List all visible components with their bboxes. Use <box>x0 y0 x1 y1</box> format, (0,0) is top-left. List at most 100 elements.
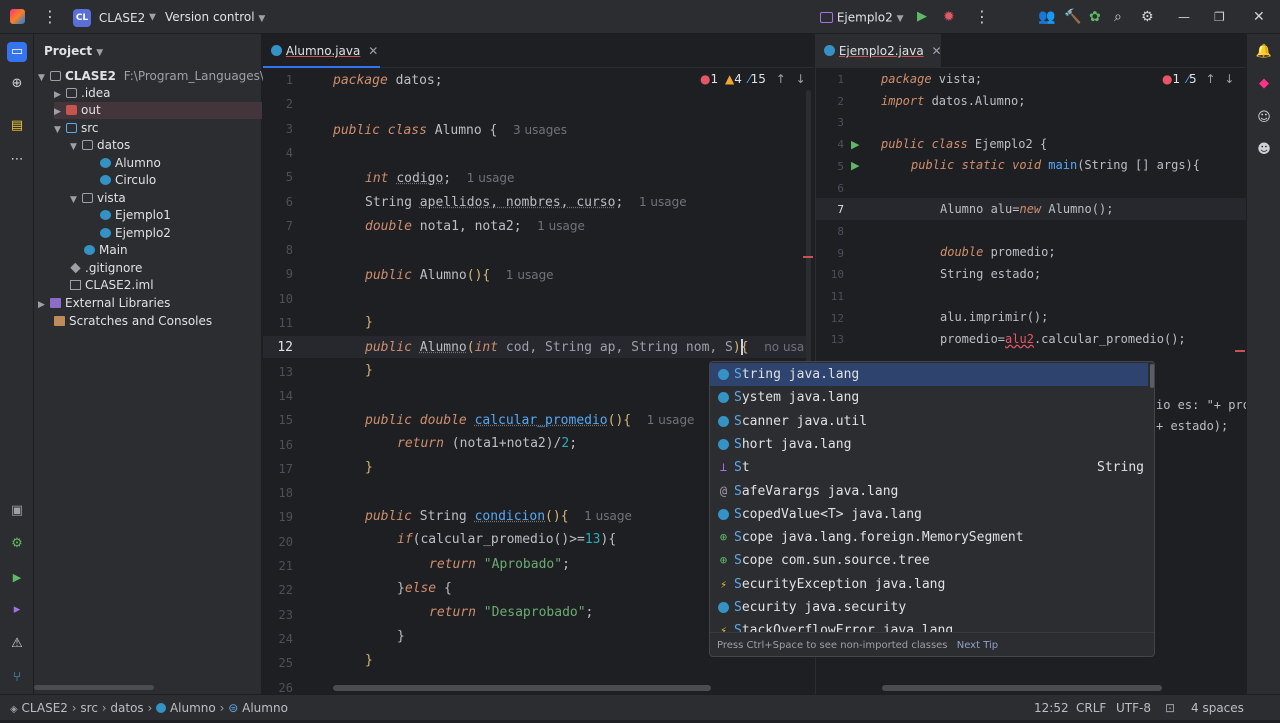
build-tools-icon[interactable]: 🔨 <box>1064 0 1081 34</box>
problems-tool-icon[interactable]: ⚠ <box>7 634 27 654</box>
code-line[interactable]: double promedio; <box>940 242 1056 262</box>
completion-item[interactable]: Short java.lang <box>710 433 1148 456</box>
error-stripe-mark[interactable] <box>1235 350 1245 352</box>
completion-item[interactable]: ⊥ St String <box>710 456 1148 479</box>
code-line[interactable]: int codigo; 1 usage <box>365 167 514 189</box>
code-line[interactable]: return "Desaprobado"; <box>429 602 593 624</box>
copilot-icon[interactable]: ☺ <box>1254 108 1274 128</box>
code-line[interactable]: return "Aprobado"; <box>429 554 570 576</box>
code-line[interactable]: } <box>365 360 373 382</box>
code-line[interactable]: package vista; <box>881 69 982 89</box>
completion-item[interactable]: String java.lang <box>710 363 1148 386</box>
code-line[interactable]: return (nota1+nota2)/2; <box>397 433 577 455</box>
more-actions-icon[interactable]: ⋮ <box>974 0 990 34</box>
horizontal-scrollbar[interactable] <box>333 685 711 691</box>
restore-icon[interactable]: ❐ <box>1214 0 1225 34</box>
next-highlight-icon[interactable]: ↓ <box>1224 72 1234 86</box>
code-line[interactable]: public double calcular_promedio(){ 1 usa… <box>365 409 694 431</box>
breadcrumb-item[interactable]: datos <box>110 701 143 715</box>
main-menu-icon[interactable]: ⋮ <box>42 0 58 34</box>
code-line[interactable]: promedio=alu2.calcular_promedio(); <box>940 329 1186 349</box>
tab-ejemplo2-java[interactable]: Ejemplo2.java ✕ <box>816 34 942 68</box>
vcs-menu[interactable]: Version control ▼ <box>165 0 265 34</box>
completion-item[interactable]: Scanner java.util <box>710 410 1148 433</box>
run-tool-icon[interactable]: ▶ <box>7 568 27 588</box>
project-tool-icon[interactable]: ▭ <box>7 42 27 62</box>
code-line[interactable]: if(calcular_promedio()>=13){ <box>397 529 616 551</box>
code-line[interactable]: io es: "+ pro <box>1156 395 1250 415</box>
structure-tool-icon[interactable]: ▤ <box>7 116 27 136</box>
code-line[interactable]: import datos.Alumno; <box>881 91 1026 111</box>
ai-chat-icon[interactable]: ◆ <box>1254 74 1274 94</box>
prev-highlight-icon[interactable]: ↑ <box>1205 72 1215 86</box>
inspection-widget[interactable]: ●1 ⁄5 ↑ ↓ <box>1162 72 1234 86</box>
readonly-lock-icon[interactable]: ⊡ <box>1165 695 1175 721</box>
tree-item-src[interactable]: ▼ src <box>54 120 99 137</box>
code-line[interactable]: Alumno alu=new Alumno(); <box>940 199 1113 219</box>
tree-item-datos[interactable]: ▼ datos <box>70 137 130 154</box>
run-config-selector[interactable]: Ejemplo2 ▼ <box>820 0 904 34</box>
code-line[interactable]: public class Alumno { 3 usages <box>333 119 567 141</box>
close-tab-icon[interactable]: ✕ <box>368 44 378 58</box>
completion-item[interactable]: ⊕ Scope com.sun.source.tree <box>710 549 1148 572</box>
settings-gear-icon[interactable]: ⚙ <box>1141 0 1154 34</box>
code-with-me-icon[interactable]: 👥 <box>1038 0 1055 34</box>
completion-item[interactable]: ScopedValue<T> java.lang <box>710 503 1148 526</box>
breadcrumb-item[interactable]: CLASE2 <box>22 701 68 715</box>
line-separator[interactable]: CRLF <box>1076 695 1106 721</box>
tree-item-ejemplo2[interactable]: Ejemplo2 <box>100 225 171 242</box>
tree-item-scratches[interactable]: Scratches and Consoles <box>54 313 212 330</box>
horizontal-scrollbar[interactable] <box>34 685 154 690</box>
error-stripe-mark[interactable] <box>803 256 813 258</box>
code-line[interactable]: } <box>365 457 373 479</box>
tree-item-alumno[interactable]: Alumno <box>100 155 161 172</box>
code-line[interactable]: String estado; <box>940 264 1041 284</box>
tree-root[interactable]: ▼ CLASE2 F:\Program_Languages\JAV <box>38 68 283 85</box>
code-line[interactable]: public static void main(String [] args){ <box>911 155 1200 175</box>
settings-tool-icon[interactable]: ⚙ <box>7 534 27 554</box>
ai-assistant-icon[interactable]: ✿ <box>1089 0 1101 34</box>
breadcrumb-item[interactable]: src <box>80 701 98 715</box>
file-encoding[interactable]: UTF-8 <box>1116 695 1151 721</box>
commit-tool-icon[interactable]: ⊕ <box>7 74 27 94</box>
next-highlight-icon[interactable]: ↓ <box>796 72 806 86</box>
tree-item-gitignore[interactable]: .gitignore <box>70 260 142 277</box>
completion-item[interactable]: ⊕ Scope java.lang.foreign.MemorySegment <box>710 526 1148 549</box>
tree-item-main[interactable]: Main <box>84 242 128 259</box>
tree-item-ejemplo1[interactable]: Ejemplo1 <box>100 207 171 224</box>
git-tool-icon[interactable]: ⑂ <box>7 668 27 688</box>
close-icon[interactable]: ✕ <box>1253 0 1265 34</box>
tree-item-out[interactable]: ▶ out <box>54 102 262 119</box>
completion-item[interactable]: System java.lang <box>710 386 1148 409</box>
next-tip-link[interactable]: Next Tip <box>957 640 998 651</box>
code-line[interactable]: public Alumno(){ 1 usage <box>365 264 554 286</box>
code-line[interactable]: public String condicion(){ 1 usage <box>365 505 632 527</box>
tree-item-vista[interactable]: ▼ vista <box>70 190 126 207</box>
completion-item[interactable]: ⚡ SecurityException java.lang <box>710 573 1148 596</box>
code-line[interactable]: String apellidos, nombres, curso; 1 usag… <box>365 191 687 213</box>
breadcrumb-item[interactable]: Alumno <box>242 701 288 715</box>
app-logo-icon[interactable] <box>10 0 26 34</box>
caret-position[interactable]: 12:52 <box>1034 695 1069 721</box>
code-line[interactable]: double nota1, nota2; 1 usage <box>365 215 585 237</box>
more-tools-icon[interactable]: ⋯ <box>7 150 27 170</box>
popup-scrollbar[interactable] <box>1150 364 1154 388</box>
breadcrumb-item[interactable]: Alumno <box>170 701 216 715</box>
run-icon[interactable]: ▶ <box>917 0 927 34</box>
inspection-widget[interactable]: ●1 ▲4 ⁄15 ↑ ↓ <box>700 72 806 86</box>
code-line[interactable]: } <box>365 650 373 672</box>
horizontal-scrollbar[interactable] <box>882 685 1162 691</box>
completion-item[interactable]: Security java.security <box>710 596 1148 619</box>
code-line[interactable]: } <box>397 626 405 648</box>
minimize-icon[interactable]: — <box>1178 0 1190 34</box>
search-icon[interactable]: ⌕ <box>1114 0 1122 34</box>
debug-icon[interactable]: ✹ <box>943 0 955 34</box>
notifications-icon[interactable]: 🔔 <box>1254 42 1274 62</box>
code-line[interactable]: public class Ejemplo2 { <box>881 134 1047 154</box>
tree-item-idea[interactable]: ▶ .idea <box>54 85 111 102</box>
project-switcher[interactable]: CL CLASE2 ▼ <box>73 0 156 34</box>
close-tab-icon[interactable]: ✕ <box>932 44 942 58</box>
tree-item-external-libraries[interactable]: ▶ External Libraries <box>38 295 170 312</box>
run-gutter-icon[interactable]: ▶ <box>851 159 859 172</box>
tree-item-circulo[interactable]: Circulo <box>100 172 156 189</box>
